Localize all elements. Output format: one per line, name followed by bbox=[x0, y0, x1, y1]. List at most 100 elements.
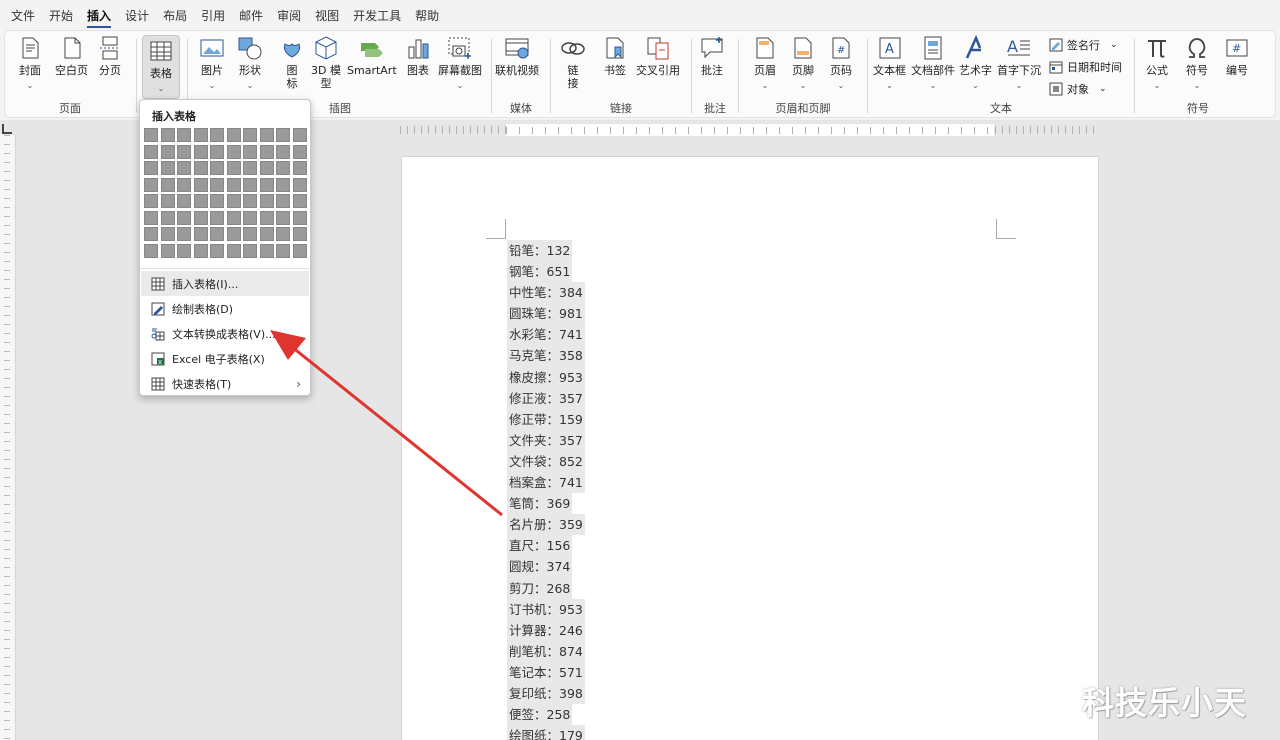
table-grid-cell[interactable] bbox=[259, 128, 274, 142]
tab-design[interactable]: 设计 bbox=[118, 0, 156, 30]
table-grid-cell[interactable] bbox=[210, 210, 224, 225]
table-grid-cell[interactable] bbox=[243, 194, 257, 208]
vertical-ruler[interactable] bbox=[0, 135, 16, 740]
wordart-button[interactable]: 艺术字 ⌄ bbox=[959, 35, 992, 92]
document-page[interactable]: 铅笔：132 钢笔：651 中性笔：384 圆珠笔：981 水彩笔：741 马克笔：358… bbox=[401, 156, 1099, 740]
tab-home[interactable]: 开始 bbox=[42, 0, 80, 30]
table-grid-cell[interactable] bbox=[193, 227, 208, 241]
comment-button[interactable]: 批注 bbox=[699, 35, 725, 77]
drop-cap-button[interactable]: A 首字下沉 ⌄ bbox=[997, 35, 1041, 92]
text-box-button[interactable]: A 文本框 ⌄ bbox=[873, 35, 906, 92]
table-grid-cell[interactable] bbox=[177, 128, 191, 142]
table-grid-cell[interactable] bbox=[243, 210, 257, 225]
table-grid-cell[interactable] bbox=[160, 161, 175, 175]
blank-page-button[interactable]: 空白页 bbox=[55, 35, 88, 77]
picture-button[interactable]: 图片 ⌄ bbox=[199, 35, 225, 92]
table-grid-cell[interactable] bbox=[160, 194, 175, 208]
quick-parts-button[interactable]: 文档部件 ⌄ bbox=[911, 35, 955, 92]
header-button[interactable]: 页眉 ⌄ bbox=[752, 35, 778, 92]
table-grid-cell[interactable] bbox=[210, 227, 224, 241]
table-grid-cell[interactable] bbox=[292, 210, 307, 225]
table-grid-cell[interactable] bbox=[193, 210, 208, 225]
table-grid-cell[interactable] bbox=[193, 243, 208, 258]
table-grid-cell[interactable] bbox=[177, 177, 191, 192]
table-grid-cell[interactable] bbox=[210, 161, 224, 175]
table-grid-cell[interactable] bbox=[144, 161, 158, 175]
smartart-button[interactable]: SmartArt bbox=[347, 35, 397, 77]
table-grid-cell[interactable] bbox=[259, 144, 274, 159]
table-grid-cell[interactable] bbox=[243, 128, 257, 142]
table-grid-cell[interactable] bbox=[177, 144, 191, 159]
table-grid-cell[interactable] bbox=[177, 194, 191, 208]
table-grid-cell[interactable] bbox=[276, 210, 290, 225]
document-line[interactable]: 中性笔：384 bbox=[507, 282, 585, 304]
document-line[interactable]: 圆规：374 bbox=[507, 556, 585, 578]
table-grid-cell[interactable] bbox=[177, 227, 191, 241]
tab-developer[interactable]: 开发工具 bbox=[346, 0, 408, 30]
footer-button[interactable]: 页脚 ⌄ bbox=[790, 35, 816, 92]
table-grid-cell[interactable] bbox=[210, 144, 224, 159]
table-grid-cell[interactable] bbox=[226, 177, 241, 192]
document-line[interactable]: 钢笔：651 bbox=[507, 261, 585, 283]
table-grid-cell[interactable] bbox=[226, 243, 241, 258]
table-grid-cell[interactable] bbox=[276, 144, 290, 159]
document-line[interactable]: 笔筒：369 bbox=[507, 493, 585, 515]
quick-tables-menu-item[interactable]: 快速表格(T) › bbox=[141, 371, 309, 396]
document-line[interactable]: 笔记本：571 bbox=[507, 661, 585, 683]
tab-layout[interactable]: 布局 bbox=[156, 0, 194, 30]
table-grid-cell[interactable] bbox=[193, 161, 208, 175]
object-button[interactable]: 对象 ⌄ bbox=[1049, 81, 1107, 97]
table-grid-cell[interactable] bbox=[292, 177, 307, 192]
document-line[interactable]: 档案盒：741 bbox=[507, 472, 585, 494]
table-grid-cell[interactable] bbox=[243, 144, 257, 159]
bookmark-button[interactable]: 书签 bbox=[602, 35, 628, 77]
document-line[interactable]: 剪刀：268 bbox=[507, 577, 585, 599]
table-grid-cell[interactable] bbox=[259, 227, 274, 241]
table-grid-cell[interactable] bbox=[226, 128, 241, 142]
table-grid-cell[interactable] bbox=[144, 128, 158, 142]
table-grid-cell[interactable] bbox=[292, 194, 307, 208]
shapes-button[interactable]: 形状 ⌄ bbox=[237, 35, 263, 92]
table-grid-cell[interactable] bbox=[144, 177, 158, 192]
table-grid-cell[interactable] bbox=[193, 144, 208, 159]
table-grid-cell[interactable] bbox=[276, 128, 290, 142]
table-grid-cell[interactable] bbox=[144, 210, 158, 225]
table-grid-cell[interactable] bbox=[259, 210, 274, 225]
signature-line-button[interactable]: 签名行 ⌄ bbox=[1049, 37, 1118, 53]
document-line[interactable]: 马克笔：358 bbox=[507, 345, 585, 367]
table-grid-cell[interactable] bbox=[144, 227, 158, 241]
convert-text-to-table-menu-item[interactable]: 文本转换成表格(V)... bbox=[141, 321, 309, 346]
table-grid-cell[interactable] bbox=[193, 194, 208, 208]
tab-insert[interactable]: 插入 bbox=[80, 0, 118, 30]
document-line[interactable]: 水彩笔：741 bbox=[507, 324, 585, 346]
tab-file[interactable]: 文件 bbox=[4, 0, 42, 30]
table-grid-cell[interactable] bbox=[144, 243, 158, 258]
document-line[interactable]: 修正液：357 bbox=[507, 387, 585, 409]
document-line[interactable]: 订书机：953 bbox=[507, 598, 585, 620]
table-grid-cell[interactable] bbox=[160, 144, 175, 159]
table-grid-cell[interactable] bbox=[292, 144, 307, 159]
table-grid-cell[interactable] bbox=[276, 194, 290, 208]
table-grid-cell[interactable] bbox=[177, 243, 191, 258]
table-grid-cell[interactable] bbox=[276, 161, 290, 175]
table-grid-cell[interactable] bbox=[144, 144, 158, 159]
table-grid-cell[interactable] bbox=[226, 194, 241, 208]
page-number-button[interactable]: # 页码 ⌄ bbox=[828, 35, 854, 92]
3d-model-button[interactable]: 3D 模型 bbox=[311, 35, 341, 90]
table-grid-cell[interactable] bbox=[259, 177, 274, 192]
table-grid-cell[interactable] bbox=[193, 177, 208, 192]
table-grid-cell[interactable] bbox=[276, 227, 290, 241]
tab-selector[interactable] bbox=[2, 124, 12, 134]
table-grid-cell[interactable] bbox=[276, 243, 290, 258]
document-text[interactable]: 铅笔：132 钢笔：651 中性笔：384 圆珠笔：981 水彩笔：741 马克笔：358… bbox=[507, 240, 585, 740]
table-grid-cell[interactable] bbox=[160, 177, 175, 192]
table-grid-cell[interactable] bbox=[292, 227, 307, 241]
document-line[interactable]: 计算器：246 bbox=[507, 619, 585, 641]
cover-button[interactable]: 封面 ⌄ bbox=[17, 35, 43, 92]
table-grid-cell[interactable] bbox=[243, 177, 257, 192]
tab-help[interactable]: 帮助 bbox=[408, 0, 446, 30]
table-grid-cell[interactable] bbox=[226, 144, 241, 159]
tab-review[interactable]: 审阅 bbox=[270, 0, 308, 30]
table-grid-cell[interactable] bbox=[210, 243, 224, 258]
symbol-button[interactable]: 符号 ⌄ bbox=[1184, 35, 1210, 92]
